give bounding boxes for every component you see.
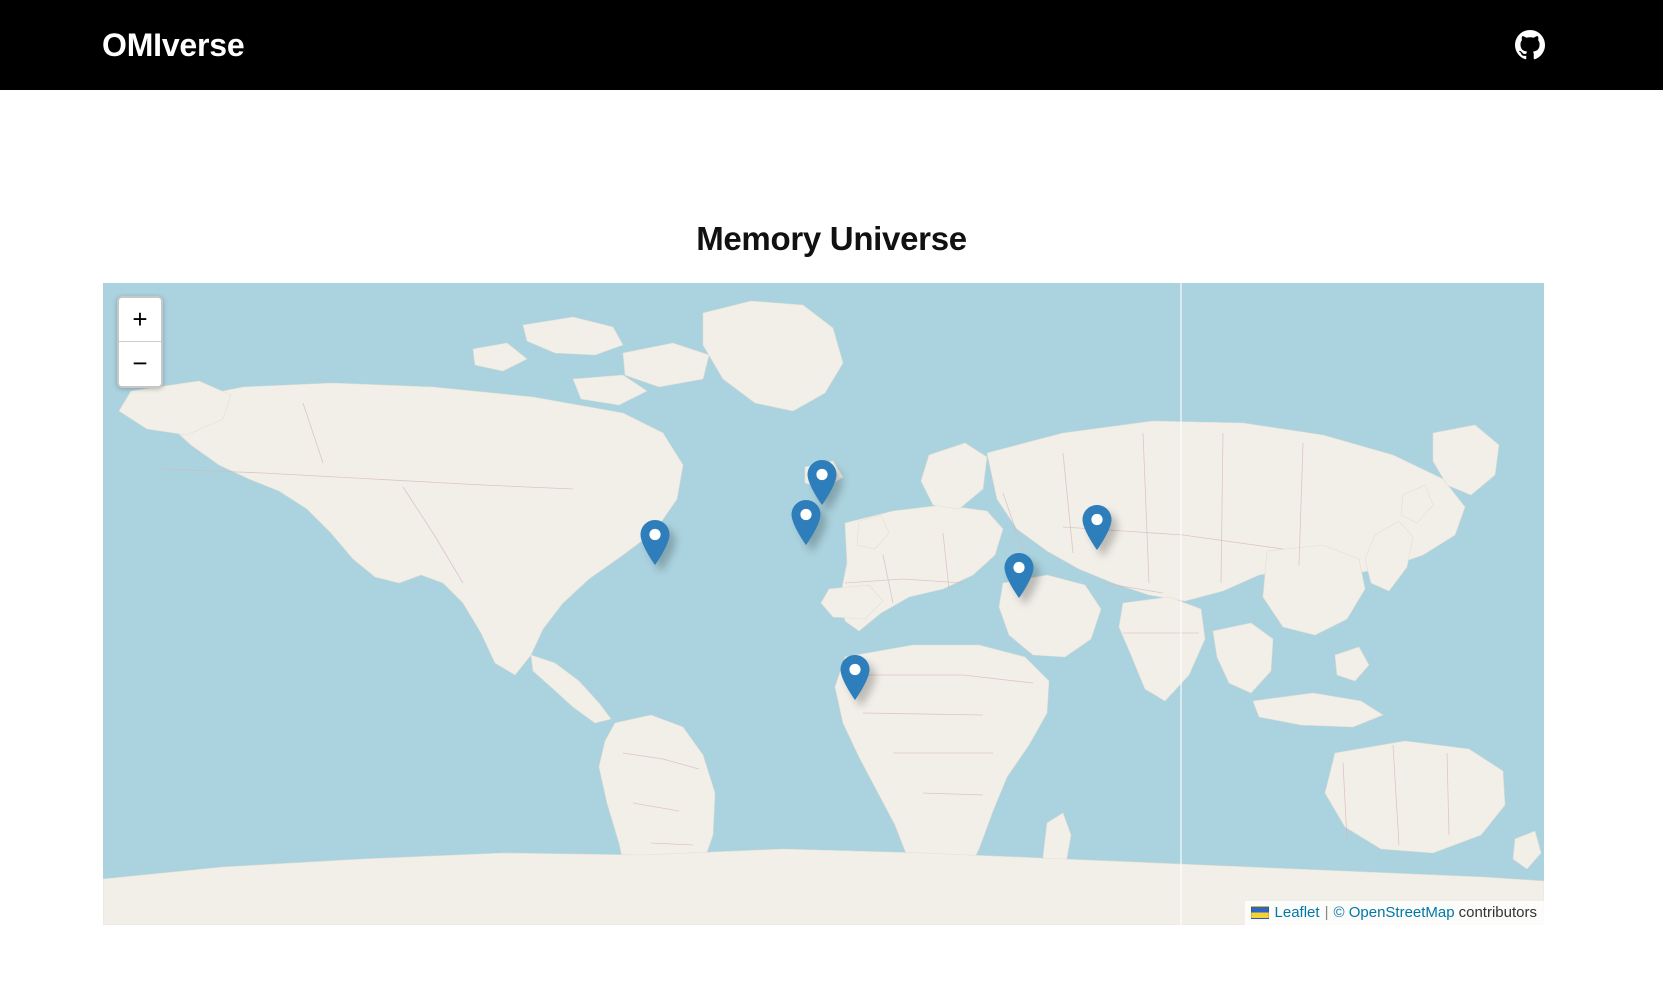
zoom-out-button[interactable]: − [119, 342, 161, 386]
osm-label: OpenStreetMap [1348, 903, 1455, 921]
contributors-label: contributors [1458, 903, 1537, 921]
page-body: Memory Universe + − Leaflet | © OpenStre… [0, 90, 1663, 996]
osm-copyright-link[interactable]: © OpenStreetMap [1333, 903, 1454, 923]
copyright-symbol: © [1333, 903, 1345, 921]
marker-north-america[interactable] [640, 520, 670, 565]
leaflet-link[interactable]: Leaflet [1275, 903, 1320, 923]
map-zoom-control[interactable]: + − [117, 296, 163, 388]
app-header: OMIverse [0, 0, 1663, 90]
github-link[interactable] [1513, 28, 1547, 62]
page-title: Memory Universe [696, 220, 967, 258]
world-map-graphic [103, 283, 1544, 925]
github-icon [1515, 30, 1545, 60]
attribution-separator: | [1324, 903, 1329, 921]
ukraine-flag-icon [1250, 906, 1269, 920]
marker-east-asia[interactable] [1082, 505, 1112, 550]
map-attribution: Leaflet | © OpenStreetMap contributors [1244, 900, 1544, 925]
zoom-in-button[interactable]: + [119, 298, 161, 342]
marker-southeast-asia[interactable] [1004, 553, 1034, 598]
map-tiles [103, 283, 1544, 925]
brand-title: OMIverse [102, 27, 245, 63]
marker-western-europe[interactable] [791, 500, 821, 545]
marker-northern-europe[interactable] [807, 460, 837, 505]
marker-southern-africa[interactable] [840, 655, 870, 700]
map-container[interactable]: + − Leaflet | © OpenStreetMap contributo… [103, 283, 1544, 925]
